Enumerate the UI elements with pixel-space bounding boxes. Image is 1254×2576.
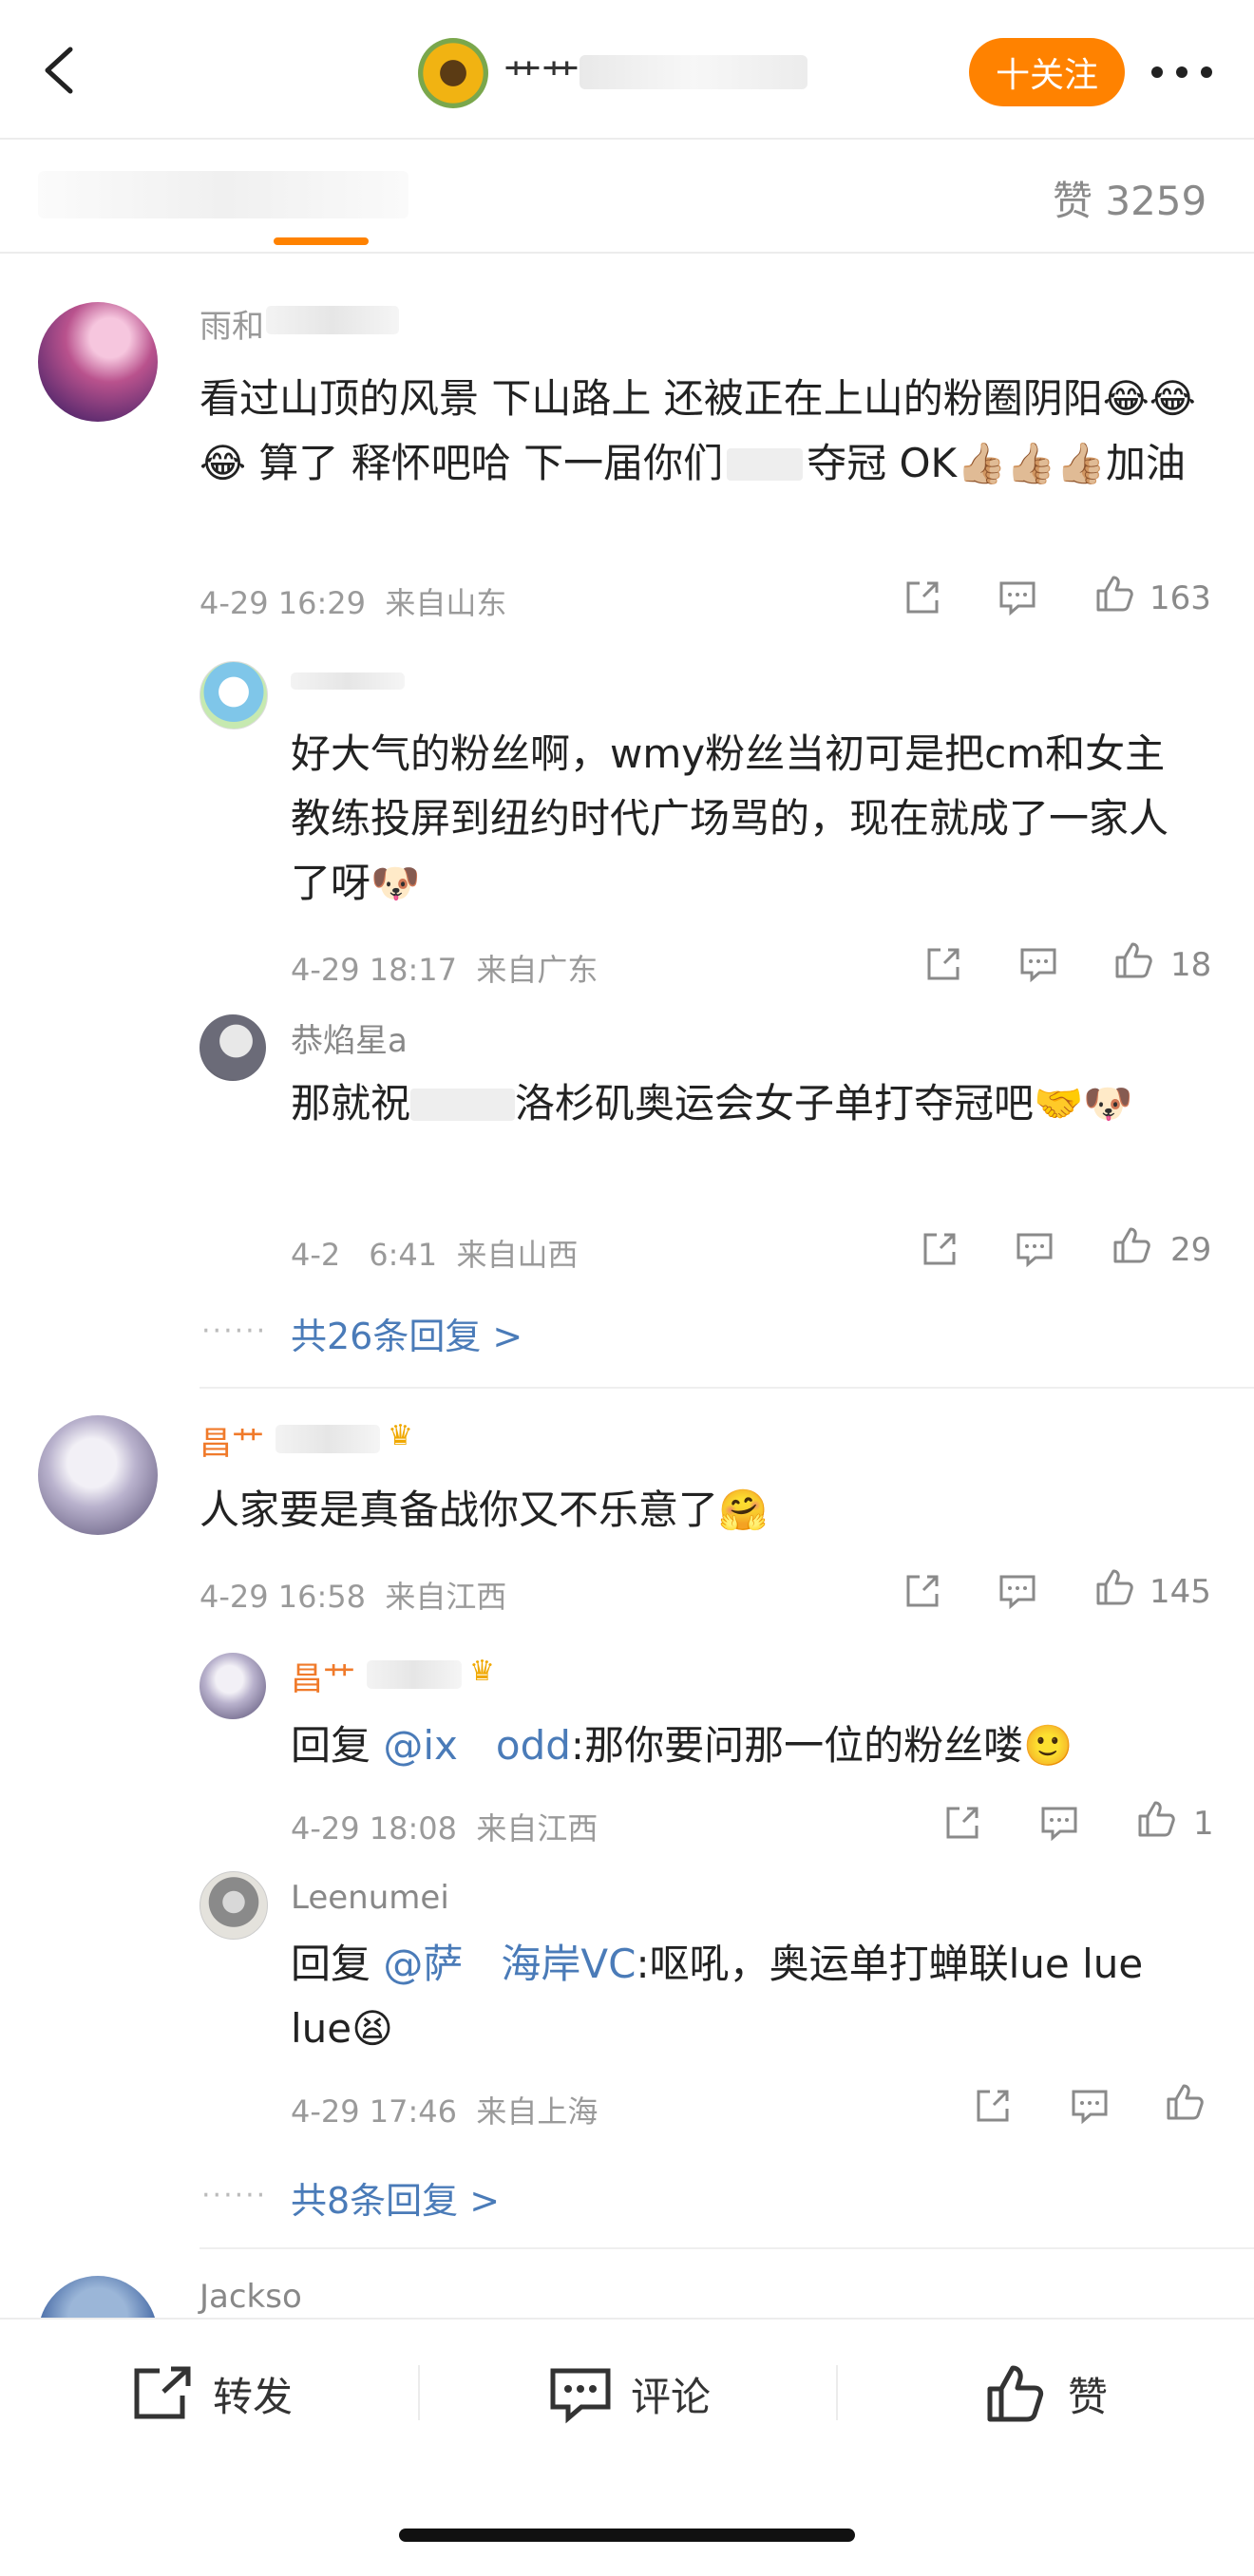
comment-meta: 4-29 16:58 来自江西: [200, 1573, 506, 1617]
repost-label: 转发: [213, 2373, 294, 2420]
like-button[interactable]: 赞: [984, 2356, 1108, 2432]
comment-text: 人家要是真备战你又不乐意了🤗: [200, 1487, 769, 1533]
more-replies-link[interactable]: 共8条回复 >: [291, 2171, 500, 2224]
reply-time: 4-2: [291, 1237, 341, 1273]
thumb-up-icon[interactable]: [1163, 2080, 1206, 2124]
avatar[interactable]: [200, 1653, 266, 1719]
like-count: 29: [1170, 1231, 1212, 1269]
repost-icon[interactable]: [971, 2084, 1015, 2128]
back-arrow-icon[interactable]: [34, 44, 87, 97]
vip-crown-icon: ♛: [388, 1419, 413, 1452]
reply-meta: 4-29 17:46 来自上海: [291, 2088, 598, 2131]
avatar[interactable]: [200, 1014, 266, 1081]
commenter-name[interactable]: 昌艹: [200, 1417, 264, 1464]
active-tab-indicator: [274, 237, 369, 245]
avatar[interactable]: [38, 302, 158, 422]
comment-label: 评论: [631, 2373, 712, 2420]
likes-total: 赞 3259: [1053, 178, 1207, 224]
home-indicator: [399, 2529, 855, 2542]
separator: [836, 2365, 838, 2420]
reply-meta: 4-2 6:41 来自山西: [291, 1237, 579, 1273]
avatar[interactable]: [200, 661, 268, 729]
like-count: 18: [1170, 946, 1212, 984]
repost-button[interactable]: 转发: [129, 2356, 293, 2432]
repost-icon[interactable]: [922, 942, 965, 986]
user-nickname: 艹艹: [504, 57, 580, 101]
repost-icon[interactable]: [901, 1569, 944, 1613]
reply-meta: 4-29 18:08 来自江西: [291, 1805, 598, 1848]
reply-location: 来自江西: [476, 1810, 598, 1847]
commenter-name[interactable]: 雨和: [200, 300, 264, 347]
reply-text: 回复 @ix odd:那你要问那一位的粉丝喽🙂: [291, 1722, 1074, 1769]
name-redacted: [367, 1660, 462, 1689]
comment-location: 来自山东: [385, 585, 507, 621]
comment-button[interactable]: 评论: [547, 2356, 711, 2432]
repost-icon[interactable]: [940, 1801, 984, 1845]
reply-time: 4-29 17:46: [291, 2093, 458, 2130]
like-count: 145: [1150, 1573, 1211, 1611]
thread-dots: ······: [201, 1315, 268, 1348]
comment-icon[interactable]: [996, 1569, 1039, 1613]
repost-icon[interactable]: [918, 1227, 961, 1271]
replier-name[interactable]: 昌艹: [291, 1653, 355, 1699]
thumb-up-icon[interactable]: [1092, 572, 1136, 616]
reply-meta: 4-29 18:17 来自广东: [291, 946, 598, 990]
thumb-up-icon[interactable]: [1134, 1797, 1178, 1841]
name-redacted: [276, 1425, 380, 1453]
user-avatar[interactable]: [418, 38, 488, 108]
divider: [200, 2247, 1254, 2249]
more-replies-link[interactable]: 共26条回复 >: [291, 1307, 522, 1359]
replier-name[interactable]: 恭焰星a: [291, 1014, 408, 1061]
comment-icon[interactable]: [1013, 1227, 1056, 1271]
tabs-redacted: [38, 171, 408, 218]
comment-location: 来自江西: [385, 1579, 507, 1615]
reply-location: 来自山西: [456, 1237, 579, 1273]
thumb-up-icon[interactable]: [1112, 938, 1155, 982]
nickname-redacted: [580, 55, 808, 89]
name-redacted: [291, 672, 405, 690]
name-redacted: [266, 306, 399, 334]
reply-location: 来自广东: [476, 952, 598, 988]
comment-icon[interactable]: [1016, 942, 1060, 986]
like-count: 163: [1150, 579, 1211, 617]
thread-dots: ······: [201, 2179, 268, 2212]
more-dots-icon[interactable]: [1148, 55, 1216, 89]
reply-text: 回复 @萨 海岸VC:呕吼，奥运单打蝉联lue lue lue😫: [291, 1941, 1144, 2052]
reply-location: 来自上海: [476, 2093, 598, 2130]
comment-text: 看过山顶的风景 下山路上 还被正在上山的粉圈阴阳😂😂😂 算了 释怀吧哈 下一届你…: [200, 375, 1196, 486]
vip-crown-icon: ♛: [469, 1655, 495, 1688]
comment-icon[interactable]: [996, 576, 1039, 619]
reply-time: 4-29 18:17: [291, 952, 458, 988]
thumb-up-icon: [987, 2365, 1044, 2422]
divider: [200, 1387, 1254, 1389]
repost-icon: [134, 2366, 191, 2419]
avatar[interactable]: [38, 1415, 158, 1535]
reply-text: 好大气的粉丝啊，wmy粉丝当初可是把cm和女主教练投屏到纽约时代广场骂的，现在就…: [291, 730, 1169, 906]
like-label: 赞: [1068, 2373, 1109, 2420]
repost-icon[interactable]: [901, 576, 944, 619]
comment-time: 4-29 16:29: [200, 585, 367, 621]
comment-icon: [550, 2368, 611, 2424]
thumb-up-icon[interactable]: [1110, 1223, 1153, 1267]
follow-button[interactable]: 十关注: [969, 38, 1125, 106]
comment-meta: 4-29 16:29 来自山东: [200, 579, 506, 623]
comment-time: 4-29 16:58: [200, 1579, 367, 1615]
mention-link[interactable]: @萨 海岸VC: [383, 1941, 636, 1987]
avatar[interactable]: [200, 1871, 268, 1940]
like-count: 1: [1193, 1805, 1214, 1843]
thumb-up-icon[interactable]: [1092, 1565, 1136, 1609]
reply-time: 4-29 18:08: [291, 1810, 458, 1847]
commenter-name[interactable]: Jackso: [200, 2278, 302, 2316]
separator: [418, 2365, 420, 2420]
replier-name[interactable]: Leenumei: [291, 1879, 449, 1917]
reply-text: 那就祝 洛杉矶奥运会女子单打夺冠吧🤝🐶: [291, 1080, 1133, 1127]
comment-icon[interactable]: [1037, 1801, 1081, 1845]
mention-link[interactable]: @ix odd: [383, 1722, 571, 1769]
comment-icon[interactable]: [1068, 2084, 1112, 2128]
